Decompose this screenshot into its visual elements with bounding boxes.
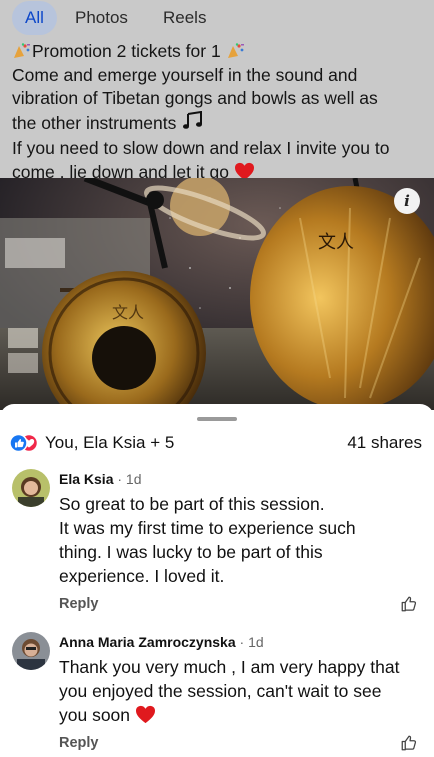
post-line-1: Promotion 2 tickets for 1	[32, 41, 221, 61]
comment-text: So great to be part of this session. It …	[59, 492, 424, 588]
tab-reels[interactable]: Reels	[163, 1, 206, 35]
heart-emoji-icon	[135, 705, 156, 730]
shares-count[interactable]: 41 shares	[347, 430, 422, 456]
comment-text: Thank you very much , I am very happy th…	[59, 655, 424, 730]
thumbs-up-icon[interactable]	[400, 595, 418, 613]
party-popper-emoji-icon	[12, 42, 32, 58]
thumbs-up-icon[interactable]	[400, 734, 418, 752]
gong-photo-image: 文人 文人	[0, 178, 434, 410]
post-line-2: Come and emerge yourself in the sound an…	[12, 64, 358, 85]
post-caption: Promotion 2 tickets for 1 Come and emerg…	[12, 40, 424, 187]
avatar[interactable]	[12, 632, 50, 670]
commenter-name[interactable]: Ela Ksia	[59, 471, 113, 487]
info-icon[interactable]: i	[394, 188, 420, 214]
comment-time: · 1d	[239, 634, 264, 650]
drag-handle[interactable]	[197, 417, 237, 421]
tab-photos-label: Photos	[75, 8, 128, 27]
reaction-names: You, Ela Ksia + 5	[45, 433, 175, 452]
comment-header: Anna Maria Zamroczynska · 1d	[59, 633, 264, 651]
tab-photos[interactable]: Photos	[75, 1, 128, 35]
comment-line: thing. I was lucky to be part of this	[59, 542, 323, 562]
post-line-3: vibration of Tibetan gongs and bowls as …	[12, 88, 378, 108]
post-line-4: the other instruments	[12, 112, 177, 133]
tab-all[interactable]: All	[12, 1, 57, 35]
comment-line: Thank you very much , I am very happy th…	[59, 657, 400, 677]
comment-line: you soon	[59, 705, 131, 725]
tab-reels-label: Reels	[163, 8, 207, 27]
post-photo[interactable]: 文人 文人 i	[0, 178, 434, 410]
comment-time: · 1d	[117, 471, 142, 487]
svg-text:文人: 文人	[318, 232, 354, 253]
reactions-summary[interactable]: You, Ela Ksia + 5 41 shares	[9, 430, 424, 456]
avatar[interactable]	[12, 469, 50, 507]
tab-all-label: All	[25, 8, 44, 27]
comment-line: experience. I loved it.	[59, 566, 225, 586]
post-line-5: If you need to slow down and relax I inv…	[12, 138, 390, 158]
reaction-icons	[9, 433, 42, 453]
post-header-area: All Photos Reels Promotion 2 tickets for…	[0, 0, 434, 182]
comment-line: It was my first time to experience such	[59, 518, 356, 538]
comment-line: So great to be part of this session.	[59, 494, 325, 514]
media-tabs: All Photos Reels	[0, 0, 434, 36]
commenter-name[interactable]: Anna Maria Zamroczynska	[59, 634, 236, 650]
svg-text:文人: 文人	[112, 303, 144, 322]
comments-sheet: You, Ela Ksia + 5 41 shares Ela Ksia · 1…	[0, 404, 434, 751]
music-notes-emoji-icon	[181, 110, 205, 138]
party-popper-emoji-icon	[226, 42, 246, 58]
comment-header: Ela Ksia · 1d	[59, 470, 142, 488]
reply-button[interactable]: Reply	[59, 596, 99, 612]
reply-button[interactable]: Reply	[59, 735, 99, 751]
comment-line: you enjoyed the session, can't wait to s…	[59, 681, 382, 701]
